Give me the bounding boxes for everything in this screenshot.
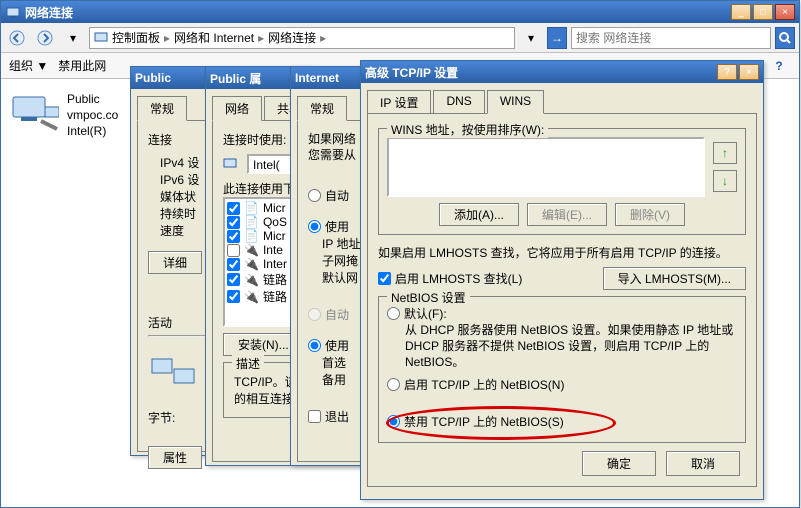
- qos-icon: 📄: [244, 215, 259, 229]
- details-button[interactable]: 详细: [148, 251, 202, 274]
- nic-line3: Intel(R): [67, 123, 118, 139]
- titlebar[interactable]: 高级 TCP/IP 设置 ? ×: [361, 61, 763, 83]
- properties-button[interactable]: 属性: [148, 446, 202, 469]
- titlebar[interactable]: 网络连接 _ □ ×: [1, 1, 799, 23]
- tab-wins[interactable]: WINS: [487, 90, 544, 114]
- network-icon: [5, 4, 21, 20]
- wins-list[interactable]: [387, 137, 705, 197]
- crumb-2[interactable]: 网络和 Internet: [174, 29, 254, 46]
- minimize-button[interactable]: _: [731, 4, 751, 20]
- tab-network[interactable]: 网络: [212, 96, 262, 121]
- radio-default[interactable]: 默认(F):: [387, 305, 737, 322]
- ok-button[interactable]: 确定: [582, 451, 656, 476]
- tab-ip[interactable]: IP 设置: [367, 90, 431, 114]
- proto-icon: 🔌: [244, 273, 259, 287]
- close-button[interactable]: ×: [775, 4, 795, 20]
- close-button[interactable]: ×: [739, 64, 759, 80]
- back-button[interactable]: [5, 26, 29, 50]
- crumb-1[interactable]: 控制面板: [112, 29, 160, 46]
- computer-icon: [94, 31, 110, 45]
- dropdown-button[interactable]: ▾: [61, 26, 85, 50]
- nic-name: Public: [67, 91, 118, 107]
- lmhosts-note: 如果启用 LMHOSTS 查找，它将应用于所有启用 TCP/IP 的连接。: [378, 245, 746, 261]
- move-down-button[interactable]: ↓: [713, 170, 737, 192]
- tab-general[interactable]: 常规: [297, 96, 347, 121]
- client-icon: 📄: [244, 201, 259, 215]
- forward-button[interactable]: [33, 26, 57, 50]
- breadcrumb[interactable]: 控制面板▸ 网络和 Internet▸ 网络连接▸: [89, 27, 515, 49]
- help-button[interactable]: ?: [717, 64, 737, 80]
- import-lmhosts-button[interactable]: 导入 LMHOSTS(M)...: [603, 267, 746, 290]
- radio-enable-netbios[interactable]: 启用 TCP/IP 上的 NetBIOS(N): [387, 376, 737, 393]
- nic-text: Public vmpoc.co Intel(R): [59, 91, 118, 139]
- add-button[interactable]: 添加(A)...: [439, 203, 519, 226]
- nic-icon: [11, 91, 59, 131]
- radio-disable-netbios[interactable]: 禁用 TCP/IP 上的 NetBIOS(S): [387, 413, 737, 430]
- tab-general[interactable]: 常规: [137, 96, 187, 121]
- cancel-button[interactable]: 取消: [666, 451, 740, 476]
- proto-icon: 🔌: [244, 257, 259, 271]
- maximize-button[interactable]: □: [753, 4, 773, 20]
- delete-button[interactable]: 删除(V): [615, 203, 685, 226]
- advanced-tcpip-window: 高级 TCP/IP 设置 ? × IP 设置 DNS WINS WINS 地址，…: [360, 60, 764, 500]
- cb-lmhosts[interactable]: 启用 LMHOSTS 查找(L): [378, 270, 522, 287]
- nav-toolbar: ▾ 控制面板▸ 网络和 Internet▸ 网络连接▸ ▾ → 搜索 网络连接: [1, 23, 799, 53]
- edit-button[interactable]: 编辑(E)...: [527, 203, 607, 226]
- move-up-button[interactable]: ↑: [713, 142, 737, 164]
- proto-icon: 🔌: [244, 290, 259, 304]
- crumb-3[interactable]: 网络连接: [268, 29, 316, 46]
- search-input[interactable]: 搜索 网络连接: [571, 27, 771, 49]
- organize-menu[interactable]: 组织 ▼: [9, 57, 48, 74]
- help-button[interactable]: ?: [767, 54, 791, 78]
- nic-small-icon: [223, 157, 239, 171]
- tab-dns[interactable]: DNS: [433, 90, 484, 114]
- proto-icon: 🔌: [244, 243, 259, 257]
- window-title: 网络连接: [25, 4, 729, 21]
- disable-menu[interactable]: 禁用此网: [58, 57, 106, 74]
- nic-line2: vmpoc.co: [67, 107, 118, 123]
- refresh-button[interactable]: ▾: [519, 26, 543, 50]
- search-button[interactable]: [775, 27, 795, 49]
- go-button[interactable]: →: [547, 27, 567, 49]
- file-icon: 📄: [244, 229, 259, 243]
